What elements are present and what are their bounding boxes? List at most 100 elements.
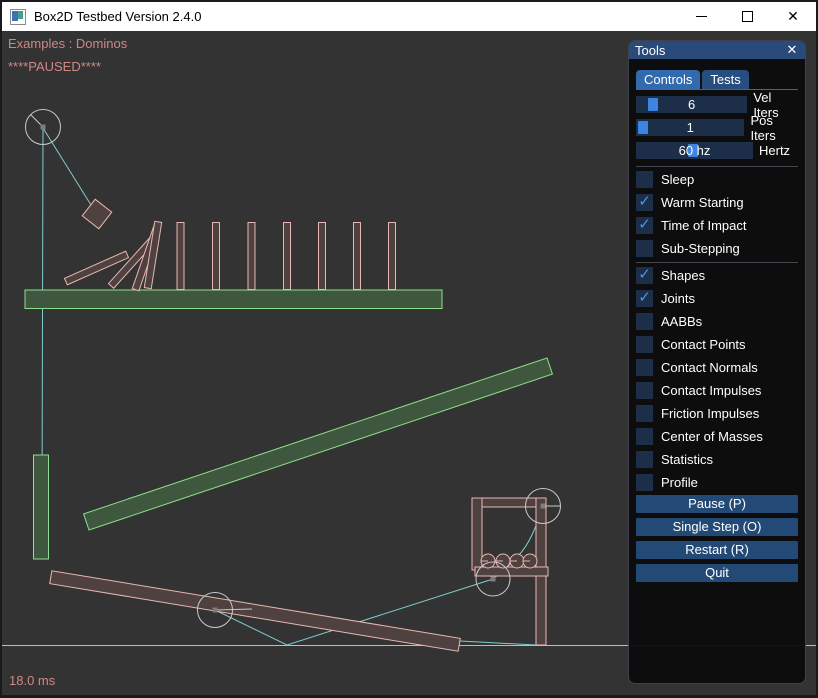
checkbox-contact-normals[interactable]: Contact Normals [636,359,798,376]
checkbox-box[interactable] [636,474,653,491]
hanging-box [82,199,111,228]
checkbox-box[interactable] [636,428,653,445]
maximize-icon [742,11,753,22]
checkbox-box[interactable]: ✓ [636,267,653,284]
domino [354,223,361,290]
window-border [0,0,2,698]
check-icon: ✓ [636,289,653,306]
hertz-slider[interactable]: 60 hz [636,142,753,159]
checkbox-time-of-impact[interactable]: ✓ Time of Impact [636,217,798,234]
checkbox-contact-impulses[interactable]: Contact Impulses [636,382,798,399]
restart-button[interactable]: Restart (R) [636,541,798,559]
tools-panel-title: Tools [635,43,785,58]
slider-value: 60 hz [636,142,753,159]
seesaw-plank [50,571,461,651]
domino [284,223,291,290]
vel-iters-slider[interactable]: 6 [636,96,747,113]
cradle-frame [472,498,548,645]
domino-shelf [25,290,442,309]
checkbox-contact-points[interactable]: Contact Points [636,336,798,353]
checkbox-label: Statistics [661,452,713,467]
checkbox-label: Time of Impact [661,218,746,233]
tools-panel-titlebar[interactable]: Tools ✕ [629,41,805,59]
checkbox-box[interactable] [636,313,653,330]
checkbox-label: Contact Impulses [661,383,761,398]
check-icon: ✓ [636,193,653,210]
maximize-button[interactable] [724,2,770,31]
checkbox-label: AABBs [661,314,702,329]
window-titlebar[interactable]: Box2D Testbed Version 2.4.0 ✕ [2,2,816,31]
domino [177,223,184,290]
check-icon [636,170,653,187]
checkbox-shapes[interactable]: ✓ Shapes [636,267,798,284]
check-icon: ✓ [636,216,653,233]
example-label: Examples : Dominos [8,36,127,51]
check-icon [636,427,653,444]
tab-tests[interactable]: Tests [702,70,748,89]
separator [636,262,798,263]
checkbox-warm-starting[interactable]: ✓ Warm Starting [636,194,798,211]
vertical-plank [34,455,49,559]
checkbox-label: Sleep [661,172,694,187]
checkbox-aabbs[interactable]: AABBs [636,313,798,330]
checkbox-friction-impulses[interactable]: Friction Impulses [636,405,798,422]
minimize-button[interactable] [678,2,724,31]
tab-controls[interactable]: Controls [636,70,700,89]
pos-iters-slider[interactable]: 1 [636,119,744,136]
check-icon [636,358,653,375]
checkbox-label: Contact Normals [661,360,758,375]
slider-label: Hertz [759,143,790,158]
checkbox-statistics[interactable]: Statistics [636,451,798,468]
checkbox-box[interactable] [636,240,653,257]
paused-status: ****PAUSED**** [8,59,101,74]
domino [389,223,396,290]
checkbox-label: Contact Points [661,337,746,352]
checkbox-label: Center of Masses [661,429,763,444]
checkbox-box[interactable] [636,451,653,468]
slider-value: 6 [636,96,747,113]
checkbox-box[interactable]: ✓ [636,217,653,234]
panel-close-icon[interactable]: ✕ [785,43,799,57]
checkbox-label: Friction Impulses [661,406,759,421]
check-icon [636,473,653,490]
checkbox-box[interactable] [636,405,653,422]
tab-bar: Controls Tests [636,70,798,90]
checkbox-profile[interactable]: Profile [636,474,798,491]
slider-value: 1 [636,119,744,136]
app-window: Examples : Dominos ****PAUSED**** 18.0 m… [0,0,818,698]
window-border [0,0,818,2]
checkbox-label: Warm Starting [661,195,744,210]
minimize-icon [696,16,707,17]
check-icon: ✓ [636,266,653,283]
quit-button[interactable]: Quit [636,564,798,582]
pause-button[interactable]: Pause (P) [636,495,798,513]
domino [213,223,220,290]
window-title: Box2D Testbed Version 2.4.0 [34,9,201,24]
check-icon [636,381,653,398]
dominos [64,221,395,290]
close-button[interactable]: ✕ [770,2,816,31]
check-icon [636,404,653,421]
single-step-button[interactable]: Single Step (O) [636,518,798,536]
checkbox-label: Joints [661,291,695,306]
check-icon [636,312,653,329]
app-icon [10,9,26,25]
checkbox-joints[interactable]: ✓ Joints [636,290,798,307]
checkbox-center-of-masses[interactable]: Center of Masses [636,428,798,445]
checkbox-box[interactable] [636,359,653,376]
checkbox-box[interactable] [636,171,653,188]
checkbox-label: Sub-Stepping [661,241,740,256]
checkbox-label: Profile [661,475,698,490]
check-icon [636,335,653,352]
check-icon [636,450,653,467]
checkbox-box[interactable] [636,382,653,399]
domino [319,223,326,290]
checkbox-box[interactable]: ✓ [636,194,653,211]
checkbox-sleep[interactable]: Sleep [636,171,798,188]
frame-time: 18.0 ms [9,673,55,688]
checkbox-box[interactable] [636,336,653,353]
separator [636,166,798,167]
checkbox-box[interactable]: ✓ [636,290,653,307]
checkbox-sub-stepping[interactable]: Sub-Stepping [636,240,798,257]
slider-label: Pos Iters [750,113,798,143]
